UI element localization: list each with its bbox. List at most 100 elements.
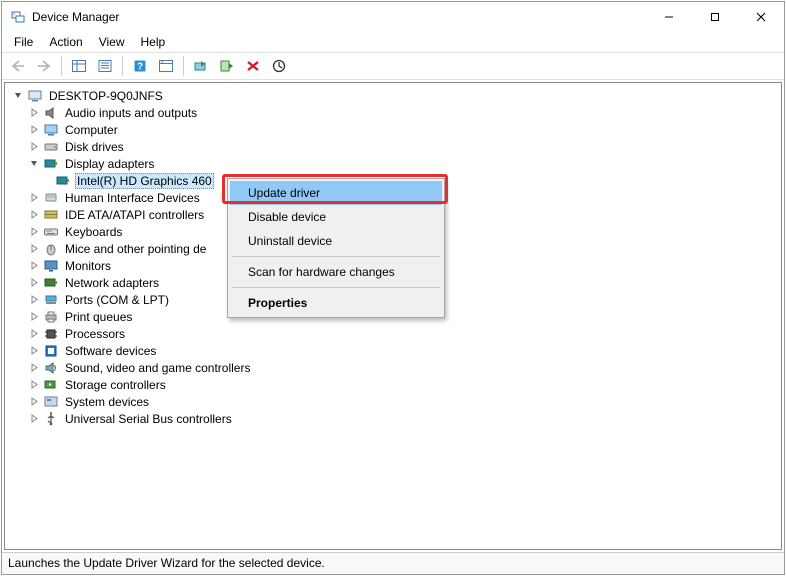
tree-node-system[interactable]: System devices <box>7 393 779 410</box>
tree-node-label: Monitors <box>63 259 113 273</box>
close-button[interactable] <box>738 2 784 32</box>
computer-icon <box>43 122 59 138</box>
toolbar: ? <box>2 52 784 80</box>
expand-icon[interactable] <box>27 293 41 307</box>
menu-file[interactable]: File <box>6 33 41 51</box>
device-manager-window: Device Manager File Action View Help ? <box>1 1 785 575</box>
tree-node-label: Sound, video and game controllers <box>63 361 252 375</box>
ctx-separator <box>232 256 440 257</box>
cpu-icon <box>43 326 59 342</box>
tree-node-label: Keyboards <box>63 225 124 239</box>
tree-node-computer[interactable]: Computer <box>7 121 779 138</box>
system-icon <box>43 394 59 410</box>
toolbar-separator <box>61 56 62 76</box>
properties-button[interactable] <box>93 55 117 77</box>
tree-node-label: Display adapters <box>63 157 156 171</box>
storage-icon <box>43 377 59 393</box>
tree-node-label: Computer <box>63 123 120 137</box>
tree-node-label: Software devices <box>63 344 158 358</box>
tree-node-storage[interactable]: Storage controllers <box>7 376 779 393</box>
menubar: File Action View Help <box>2 32 784 52</box>
tree-node-label: Human Interface Devices <box>63 191 202 205</box>
expand-icon[interactable] <box>27 208 41 222</box>
expand-icon[interactable] <box>27 344 41 358</box>
tree-node-label: System devices <box>63 395 151 409</box>
display-adapter-icon <box>43 156 59 172</box>
port-icon <box>43 292 59 308</box>
toolbar-separator <box>122 56 123 76</box>
ctx-scan-hardware[interactable]: Scan for hardware changes <box>230 260 442 284</box>
window-controls <box>646 2 784 32</box>
expand-icon[interactable] <box>27 106 41 120</box>
tree-node-label: Audio inputs and outputs <box>63 106 199 120</box>
audio-icon <box>43 105 59 121</box>
tree-node-label: Print queues <box>63 310 134 324</box>
show-hide-console-button[interactable] <box>67 55 91 77</box>
tree-node-usb[interactable]: Universal Serial Bus controllers <box>7 410 779 427</box>
forward-button[interactable] <box>32 55 56 77</box>
back-button[interactable] <box>6 55 30 77</box>
device-manager-icon <box>10 9 26 25</box>
expand-icon[interactable] <box>27 378 41 392</box>
enable-device-button[interactable] <box>215 55 239 77</box>
ctx-disable-device[interactable]: Disable device <box>230 205 442 229</box>
expand-icon[interactable] <box>27 140 41 154</box>
usb-icon <box>43 411 59 427</box>
sound-icon <box>43 360 59 376</box>
expand-icon[interactable] <box>27 123 41 137</box>
tree-node-sound[interactable]: Sound, video and game controllers <box>7 359 779 376</box>
window-title: Device Manager <box>32 10 646 24</box>
tree-node-disk[interactable]: Disk drives <box>7 138 779 155</box>
tree-node-label: IDE ATA/ATAPI controllers <box>63 208 206 222</box>
tree-node-label: Disk drives <box>63 140 126 154</box>
maximize-button[interactable] <box>692 2 738 32</box>
expand-icon[interactable] <box>27 361 41 375</box>
tree-node-label: Intel(R) HD Graphics 460 <box>75 173 214 189</box>
expand-icon[interactable] <box>27 276 41 290</box>
tree-root[interactable]: DESKTOP-9Q0JNFS <box>7 87 779 104</box>
ctx-separator <box>232 287 440 288</box>
expand-icon[interactable] <box>27 191 41 205</box>
ide-icon <box>43 207 59 223</box>
ctx-uninstall-device[interactable]: Uninstall device <box>230 229 442 253</box>
expand-icon[interactable] <box>27 412 41 426</box>
tree-node-display[interactable]: Display adapters <box>7 155 779 172</box>
expand-icon[interactable] <box>27 327 41 341</box>
tree-node-processors[interactable]: Processors <box>7 325 779 342</box>
menu-help[interactable]: Help <box>133 33 174 51</box>
software-icon <box>43 343 59 359</box>
tree-node-label: Mice and other pointing de <box>63 242 208 256</box>
svg-text:?: ? <box>137 62 143 73</box>
tree-node-software[interactable]: Software devices <box>7 342 779 359</box>
tree-node-label: DESKTOP-9Q0JNFS <box>47 89 165 103</box>
toolbar-separator <box>183 56 184 76</box>
ctx-properties[interactable]: Properties <box>230 291 442 315</box>
expand-icon[interactable] <box>27 395 41 409</box>
monitor-icon <box>43 258 59 274</box>
expand-icon[interactable] <box>27 259 41 273</box>
help-button[interactable]: ? <box>128 55 152 77</box>
computer-icon <box>27 88 43 104</box>
menu-view[interactable]: View <box>91 33 133 51</box>
expand-icon[interactable] <box>27 310 41 324</box>
keyboard-icon <box>43 224 59 240</box>
titlebar: Device Manager <box>2 2 784 32</box>
tree-node-label: Ports (COM & LPT) <box>63 293 171 307</box>
expand-icon[interactable] <box>27 242 41 256</box>
action-button[interactable] <box>154 55 178 77</box>
ctx-update-driver[interactable]: Update driver <box>230 181 442 205</box>
uninstall-device-button[interactable] <box>267 55 291 77</box>
disable-device-button[interactable] <box>241 55 265 77</box>
expand-icon[interactable] <box>27 225 41 239</box>
collapse-icon[interactable] <box>11 89 25 103</box>
collapse-icon[interactable] <box>27 157 41 171</box>
minimize-button[interactable] <box>646 2 692 32</box>
disk-icon <box>43 139 59 155</box>
update-driver-button[interactable] <box>189 55 213 77</box>
mouse-icon <box>43 241 59 257</box>
tree-node-label: Universal Serial Bus controllers <box>63 412 234 426</box>
network-icon <box>43 275 59 291</box>
menu-action[interactable]: Action <box>41 33 90 51</box>
tree-node-audio[interactable]: Audio inputs and outputs <box>7 104 779 121</box>
tree-node-label: Network adapters <box>63 276 161 290</box>
